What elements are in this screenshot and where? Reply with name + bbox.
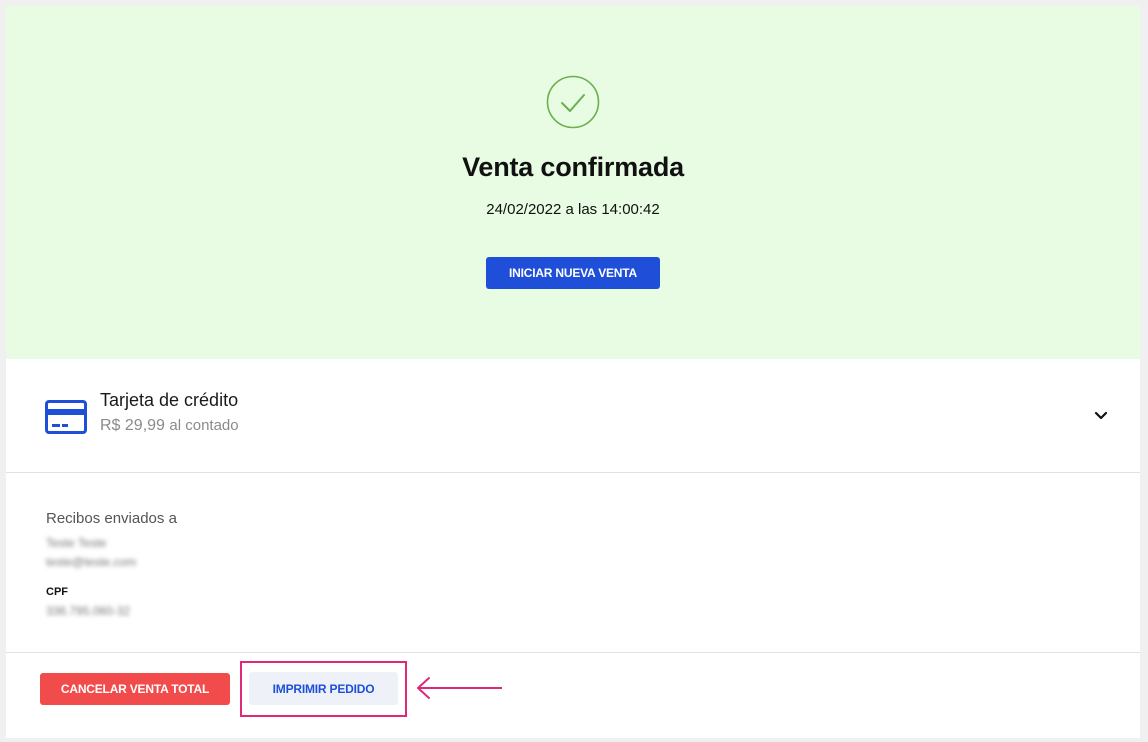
payment-amount: R$ 29,99 — [100, 417, 165, 434]
cancel-sale-button[interactable]: CANCELAR VENTA TOTAL — [40, 673, 230, 705]
payment-method: Tarjeta de crédito — [100, 390, 239, 410]
customer-name: Teste Teste — [46, 536, 107, 550]
page-title: Venta confirmada — [462, 152, 684, 182]
chevron-down-icon[interactable] — [1093, 410, 1109, 422]
cpf-label: CPF — [46, 586, 68, 598]
payment-summary-row[interactable]: Tarjeta de crédito R$ 29,99 al contado — [6, 359, 1140, 473]
confirmation-banner: Venta confirmada 24/02/2022 a las 14:00:… — [6, 6, 1140, 359]
credit-card-icon — [45, 400, 87, 434]
payment-terms: al contado — [169, 417, 239, 434]
new-sale-button[interactable]: INICIAR NUEVA VENTA — [486, 257, 660, 289]
receipts-title: Recibos enviados a — [46, 510, 177, 527]
sale-confirmation-card: Venta confirmada 24/02/2022 a las 14:00:… — [6, 6, 1140, 738]
cpf-value: 336.795.060-32 — [46, 604, 131, 618]
customer-email: teste@teste.com — [46, 555, 137, 569]
print-order-button[interactable]: IMPRIMIR PEDIDO — [249, 672, 398, 705]
check-circle-icon — [546, 75, 600, 129]
confirmation-date: 24/02/2022 a las 14:00:42 — [486, 201, 660, 218]
receipts-section: Recibos enviados a Teste Teste teste@tes… — [6, 473, 1140, 653]
payment-amount-line: R$ 29,99 al contado — [100, 417, 239, 435]
arrow-left-icon — [417, 677, 502, 699]
